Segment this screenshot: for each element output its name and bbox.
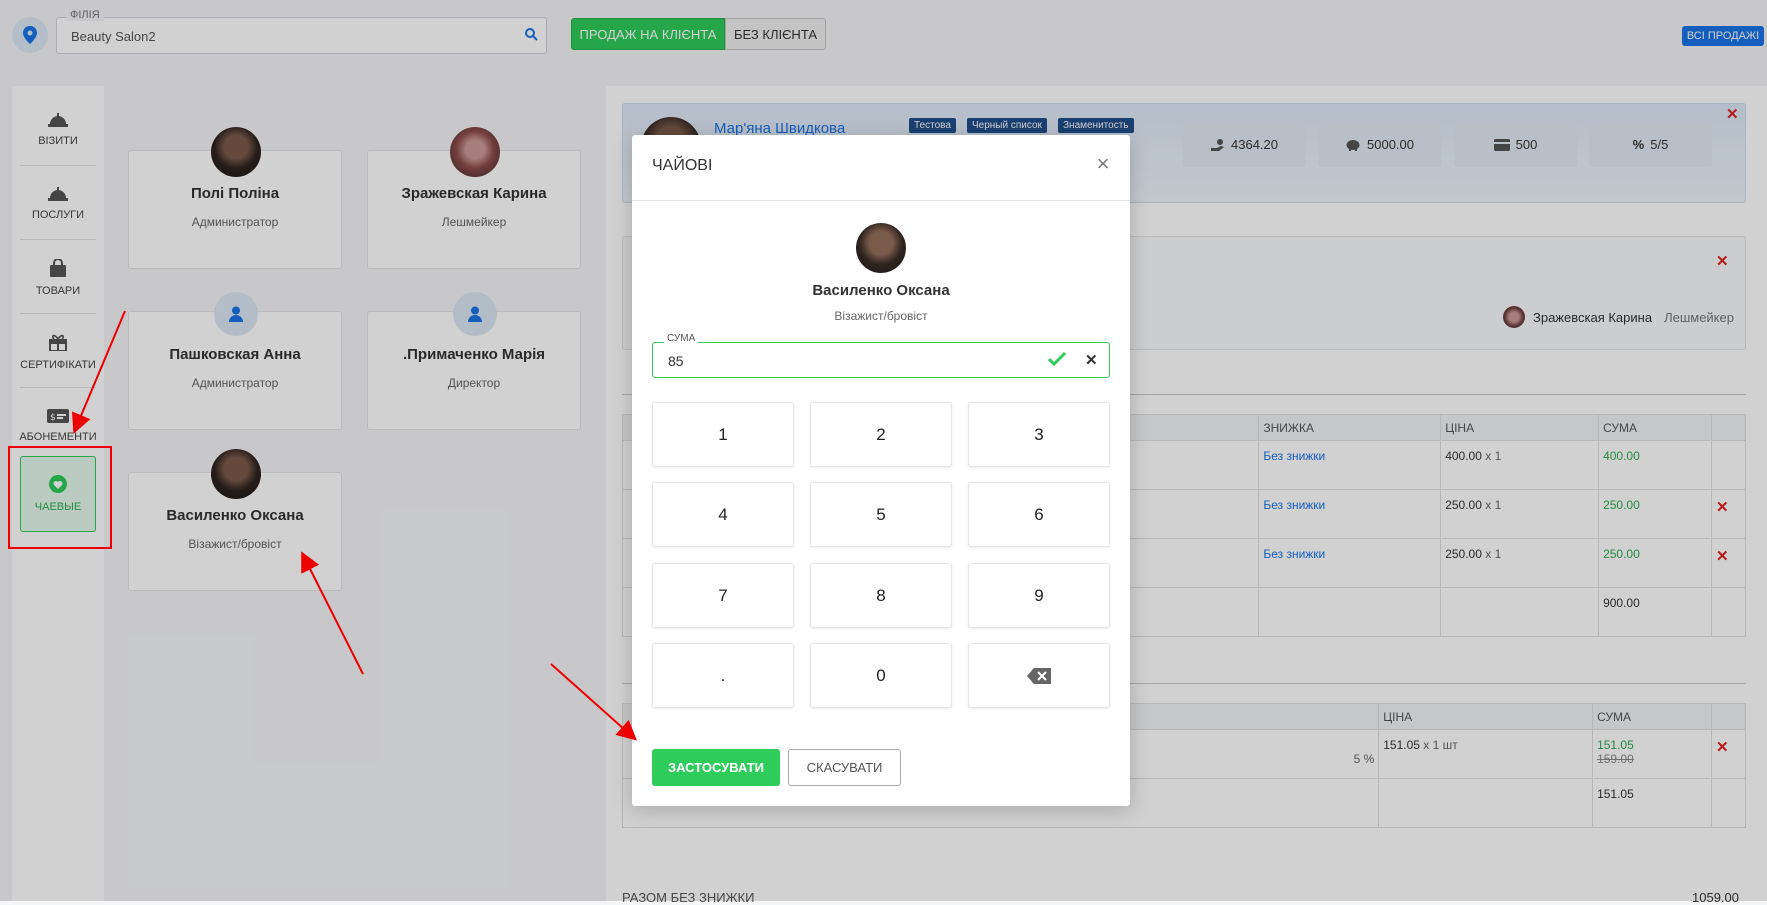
annotation-arrows	[71, 310, 637, 741]
annotation-arrow	[71, 310, 126, 434]
annotation-arrow	[550, 663, 637, 741]
annotation-arrow	[301, 551, 364, 675]
